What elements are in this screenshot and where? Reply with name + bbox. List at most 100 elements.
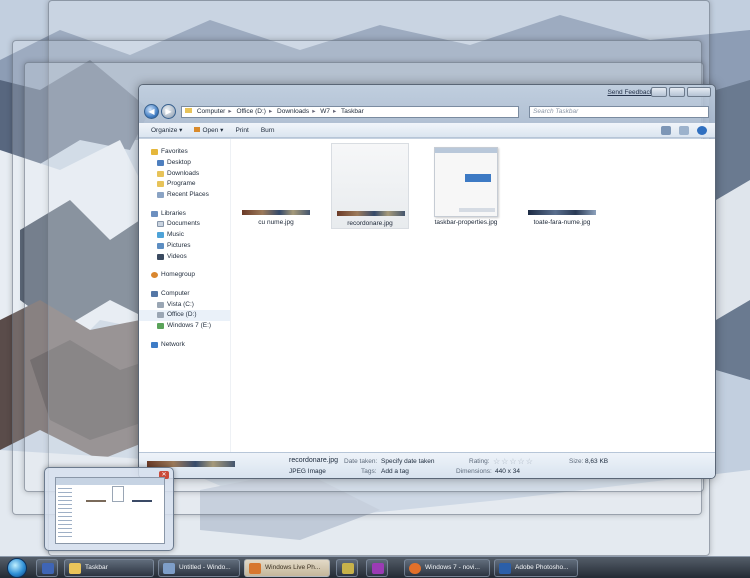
nav-programe[interactable]: Programe bbox=[139, 179, 230, 190]
paint-icon bbox=[163, 563, 175, 574]
nav-vista-drive[interactable]: Vista (C:) bbox=[139, 299, 230, 310]
taskbar-button-photo-gallery[interactable]: Windows Live Ph... bbox=[244, 559, 330, 577]
computer-icon bbox=[151, 290, 158, 297]
taskbar-button-taskbar-folder[interactable]: Taskbar bbox=[64, 559, 154, 577]
nav-homegroup[interactable]: Homegroup bbox=[139, 270, 230, 281]
breadcrumb-downloads[interactable]: Downloads bbox=[277, 108, 309, 115]
print-button[interactable]: Print bbox=[235, 127, 248, 134]
drive-icon bbox=[157, 312, 164, 319]
maximize-button[interactable] bbox=[669, 87, 685, 97]
send-feedback-link[interactable]: Send Feedback bbox=[607, 89, 653, 96]
nav-desktop[interactable]: Desktop bbox=[139, 158, 230, 169]
file-item-selected[interactable]: recordonare.jpg bbox=[331, 143, 409, 229]
size-value: 8,63 KB bbox=[585, 458, 609, 465]
network-icon bbox=[151, 341, 158, 348]
start-button[interactable] bbox=[7, 558, 27, 578]
details-filetype: JPEG Image bbox=[289, 468, 326, 475]
organize-button[interactable]: Organize ▾ bbox=[151, 126, 182, 134]
preview-titlebar bbox=[56, 478, 164, 485]
nav-libraries[interactable]: Libraries bbox=[139, 208, 230, 219]
breadcrumb-office[interactable]: Office (D:) bbox=[236, 108, 266, 115]
preview-file-strip bbox=[132, 500, 152, 502]
nav-label: Videos bbox=[167, 252, 187, 260]
taskbar-thumbnail-preview[interactable]: ✕ bbox=[44, 467, 174, 551]
nav-label: Programe bbox=[167, 180, 196, 188]
dimensions-label: Dimensions: bbox=[456, 468, 492, 475]
file-item[interactable]: cu nume.jpg bbox=[237, 143, 315, 229]
open-icon bbox=[194, 127, 201, 132]
taskbar-label: Adobe Photosho... bbox=[515, 564, 569, 571]
taskbar-button-paint[interactable]: Untitled - Windo... bbox=[158, 559, 240, 577]
nav-music[interactable]: Music bbox=[139, 230, 230, 241]
nav-label: Documents bbox=[167, 220, 200, 228]
libraries-icon bbox=[151, 210, 158, 217]
breadcrumb-computer[interactable]: Computer bbox=[197, 108, 226, 115]
pictures-icon bbox=[157, 242, 164, 249]
nav-label: Computer bbox=[161, 289, 190, 297]
details-filename: recordonare.jpg bbox=[289, 457, 339, 464]
file-name: cu nume.jpg bbox=[258, 219, 294, 226]
taskbar-button-firefox[interactable]: Windows 7 - novi... bbox=[404, 559, 490, 577]
folder-icon bbox=[157, 170, 164, 177]
taskbar-button-calendar[interactable] bbox=[36, 559, 58, 577]
folder-icon bbox=[157, 181, 164, 188]
nav-videos[interactable]: Videos bbox=[139, 251, 230, 262]
chevron-right-icon: ▸ bbox=[312, 108, 316, 115]
back-button[interactable]: ◀ bbox=[144, 104, 159, 119]
views-icon[interactable] bbox=[661, 126, 671, 135]
open-label: Open ▾ bbox=[202, 127, 224, 134]
nav-pictures[interactable]: Pictures bbox=[139, 241, 230, 252]
rating-stars[interactable]: ☆☆☆☆☆ bbox=[493, 457, 534, 466]
search-input[interactable]: Search Taskbar bbox=[529, 106, 709, 118]
chevron-right-icon: ▸ bbox=[333, 108, 337, 115]
nav-recent-places[interactable]: Recent Places bbox=[139, 190, 230, 201]
taskbar-label: Untitled - Windo... bbox=[179, 564, 231, 571]
file-item[interactable]: toate-fara-nume.jpg bbox=[523, 143, 601, 229]
media-icon bbox=[372, 563, 384, 574]
star-icon bbox=[151, 149, 158, 156]
nav-computer[interactable]: Computer bbox=[139, 289, 230, 300]
burn-button[interactable]: Burn bbox=[261, 127, 275, 134]
folder-icon bbox=[69, 563, 81, 574]
file-item[interactable]: taskbar-properties.jpg bbox=[427, 143, 505, 229]
photo-gallery-icon bbox=[249, 563, 261, 574]
nav-office-drive[interactable]: Office (D:) bbox=[139, 309, 230, 321]
address-bar[interactable]: Computer ▸ Office (D:) ▸ Downloads ▸ W7 ▸ Ta… bbox=[181, 106, 519, 118]
firefox-icon bbox=[409, 563, 421, 574]
breadcrumb-w7[interactable]: W7 bbox=[320, 108, 330, 115]
taskbar-button-pen-tool[interactable] bbox=[336, 559, 358, 577]
nav-windows7-drive[interactable]: Windows 7 (E:) bbox=[139, 321, 230, 332]
taskbar-label: Windows Live Ph... bbox=[265, 564, 321, 571]
open-button[interactable]: Open ▾ bbox=[194, 126, 223, 134]
rating-label: Rating: bbox=[469, 458, 490, 465]
date-taken-value[interactable]: Specify date taken bbox=[381, 458, 434, 465]
nav-label: Vista (C:) bbox=[167, 300, 194, 308]
preview-file-strip bbox=[86, 500, 106, 502]
file-name: taskbar-properties.jpg bbox=[434, 219, 498, 226]
pen-tool-icon bbox=[342, 563, 354, 574]
forward-button[interactable]: ▶ bbox=[161, 104, 176, 119]
taskbar-button-media[interactable] bbox=[366, 559, 388, 577]
tags-value[interactable]: Add a tag bbox=[381, 468, 409, 475]
help-icon[interactable] bbox=[697, 126, 707, 135]
drive-icon bbox=[157, 301, 164, 308]
desktop-icon bbox=[157, 160, 164, 167]
minimize-button[interactable] bbox=[651, 87, 667, 97]
nav-label: Recent Places bbox=[167, 191, 209, 199]
taskbar-button-photoshop[interactable]: Adobe Photosho... bbox=[494, 559, 578, 577]
breadcrumb-taskbar[interactable]: Taskbar bbox=[341, 108, 364, 115]
chevron-right-icon: ▸ bbox=[268, 108, 273, 115]
close-button[interactable] bbox=[687, 87, 711, 97]
explorer-window: Send Feedback ◀ ▶ Computer ▸ Office (D:) ▸… bbox=[138, 84, 716, 479]
taskbar-label: Windows 7 - novi... bbox=[425, 564, 480, 571]
nav-network[interactable]: Network bbox=[139, 339, 230, 350]
nav-favorites[interactable]: Favorites bbox=[139, 147, 230, 158]
nav-downloads[interactable]: Downloads bbox=[139, 168, 230, 179]
nav-label: Music bbox=[167, 231, 184, 239]
music-icon bbox=[157, 232, 164, 239]
preview-pane-icon[interactable] bbox=[679, 126, 689, 135]
file-name: toate-fara-nume.jpg bbox=[533, 219, 591, 226]
chevron-right-icon: ▸ bbox=[228, 108, 232, 115]
windows-drive-icon bbox=[157, 322, 164, 329]
nav-documents[interactable]: Documents bbox=[139, 219, 230, 230]
